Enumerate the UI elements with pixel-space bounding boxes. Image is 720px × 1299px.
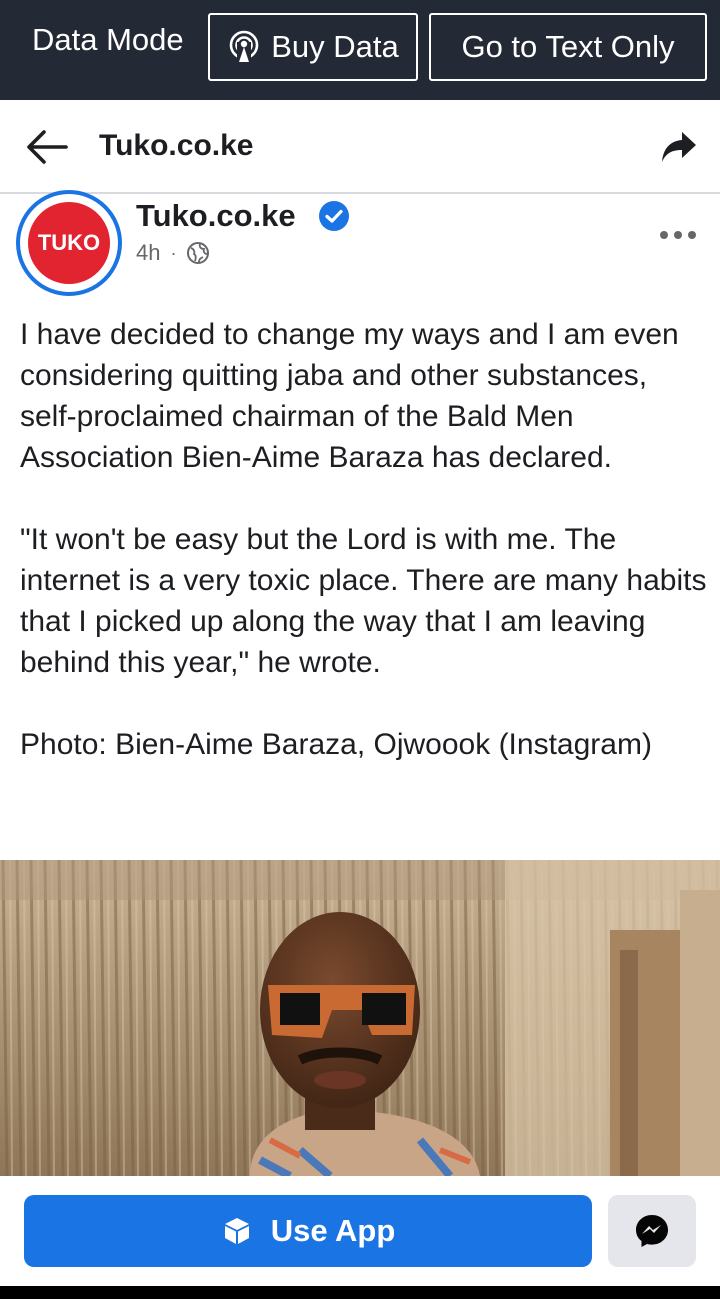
share-icon[interactable] [660,128,698,166]
buy-data-button[interactable]: Buy Data [208,13,418,81]
more-options-icon[interactable] [658,222,698,248]
post-paragraph: I have decided to change my ways and I a… [20,318,679,474]
profile-avatar[interactable]: TUKO [16,190,122,296]
post-meta: 4h · [136,240,210,266]
post-paragraph: "It won't be easy but the Lord is with m… [20,523,707,679]
messenger-button[interactable] [608,1195,696,1267]
verified-badge-icon [319,201,349,231]
photo-illustration [0,860,720,1176]
system-nav-bar [0,1286,720,1299]
data-mode-label: Data Mode [32,22,184,57]
post-author-name[interactable]: Tuko.co.ke [136,198,296,234]
post-text: I have decided to change my ways and I a… [20,314,710,765]
use-app-label: Use App [270,1213,396,1248]
post-paragraph: Photo: Bien-Aime Baraza, Ojwoook (Instag… [20,728,652,761]
messenger-icon [636,1215,668,1247]
go-to-text-only-label: Go to Text Only [461,29,675,64]
post-photo[interactable] [0,860,720,1176]
go-to-text-only-button[interactable]: Go to Text Only [429,13,707,81]
bottom-action-bar: Use App [0,1176,720,1286]
post-time[interactable]: 4h [136,240,160,266]
avatar-logo-text: TUKO [37,230,101,255]
podcast-signal-icon [229,30,259,64]
data-mode-bar: Data Mode Buy Data Go to Text Only [0,0,720,100]
page-title: Tuko.co.ke [99,129,254,162]
globe-icon [187,242,210,264]
buy-data-label: Buy Data [271,29,399,64]
cube-icon [224,1218,249,1244]
meta-separator: · [170,242,177,263]
tuko-logo: TUKO [28,202,110,284]
use-app-button[interactable]: Use App [24,1195,592,1267]
arrow-left-icon[interactable] [24,126,70,168]
page-header: Tuko.co.ke [0,100,720,194]
